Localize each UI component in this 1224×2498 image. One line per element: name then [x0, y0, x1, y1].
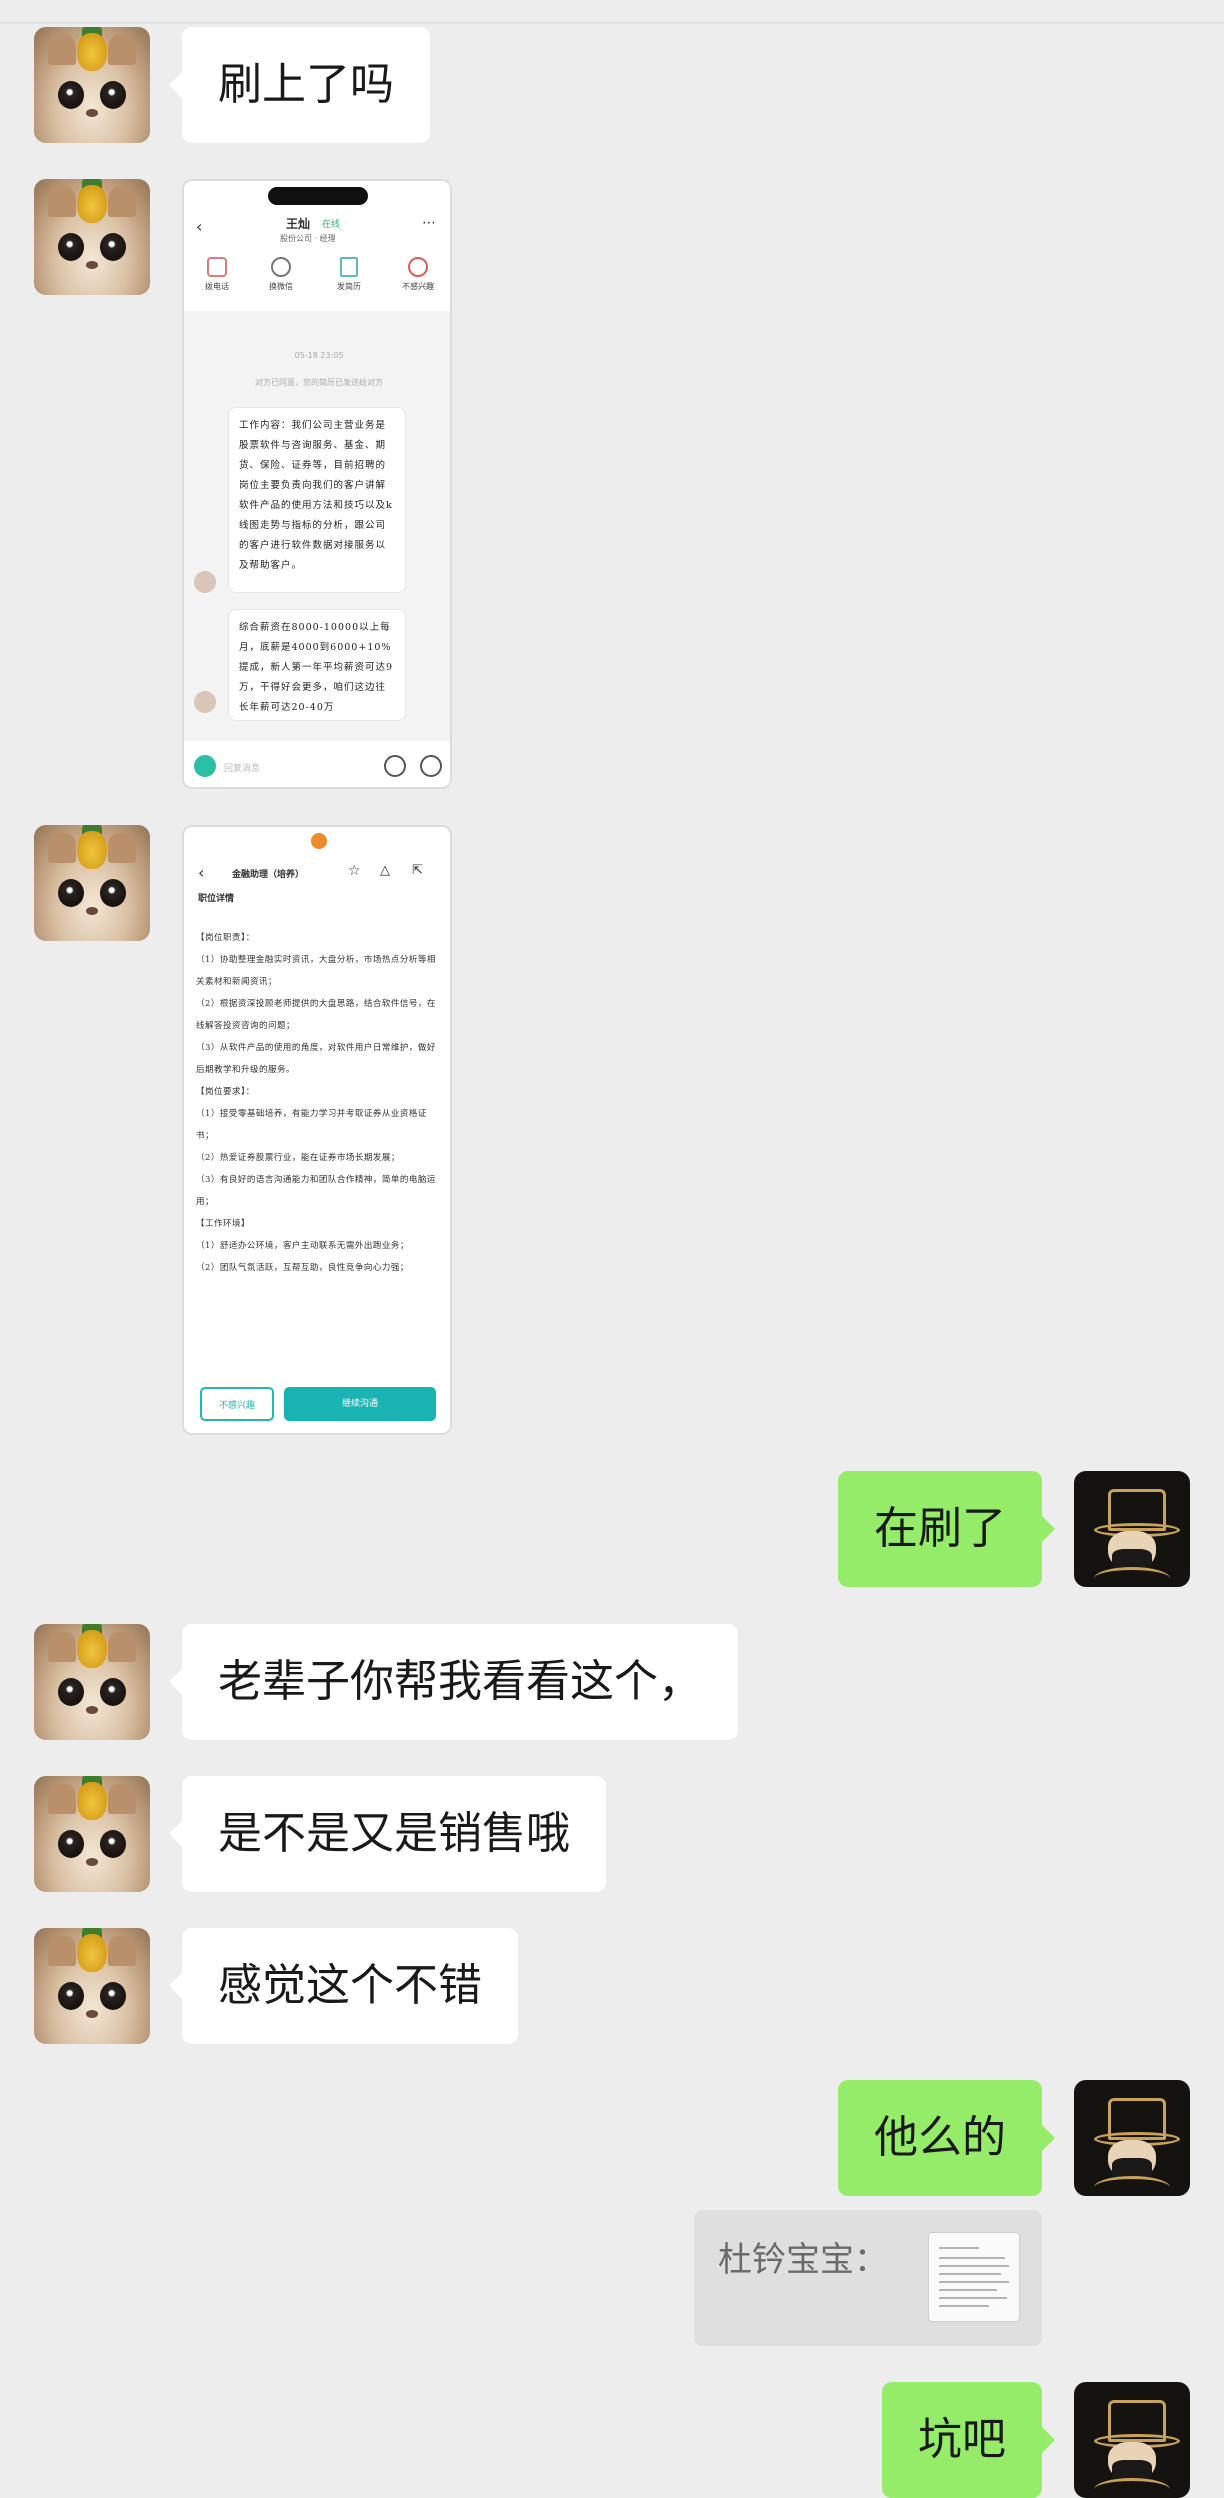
message-bubble[interactable]: 坑吧: [882, 2382, 1055, 2498]
image-message-chat-screenshot[interactable]: ‹ 王灿 在线 股份公司 · 经理 ⋯ 拨电话 换微信 发简历 不感兴趣 05-…: [182, 179, 452, 789]
section-title: 职位详情: [198, 894, 235, 904]
contact-avatar[interactable]: [34, 1928, 150, 2044]
close-icon: [408, 257, 428, 277]
image-message-job-screenshot[interactable]: ‹ 金融助理（培养） ☆ △ ⇱ 职位详情 【岗位职责】： （1）协助整理金融实…: [182, 825, 452, 1435]
message-bubble[interactable]: 在刷了: [838, 1471, 1055, 1587]
my-avatar[interactable]: [1074, 2080, 1190, 2196]
message-bubble[interactable]: 老辈子你帮我看看这个，: [169, 1624, 738, 1740]
chat-bubble-job-content: 工作内容：我们公司主营业务是股票软件与咨询服务、基金、期货、保险、证券等，目前招…: [228, 407, 406, 593]
quick-reply-icon[interactable]: [194, 755, 216, 777]
more-icon[interactable]: ⋯: [422, 215, 436, 231]
plus-icon[interactable]: [420, 755, 442, 777]
chat-bubble-salary: 综合薪资在8000-10000以上每月，底薪是4000到6000+10%提成，新…: [228, 609, 406, 721]
my-avatar[interactable]: [1074, 2382, 1190, 2498]
contact-avatar[interactable]: [34, 27, 150, 143]
message-input[interactable]: 回复消息: [224, 761, 260, 774]
contact-avatar[interactable]: [34, 179, 150, 295]
sender-avatar: [194, 691, 216, 713]
action-call[interactable]: 拨电话: [192, 257, 242, 292]
resume-icon: [340, 257, 358, 277]
message-bubble[interactable]: 他么的: [838, 2080, 1055, 2196]
my-avatar[interactable]: [1074, 1471, 1190, 1587]
phone-icon: [207, 257, 227, 277]
contact-avatar[interactable]: [34, 1776, 150, 1892]
dynamic-island: [268, 187, 368, 205]
continue-chat-button[interactable]: 继续沟通: [284, 1387, 436, 1421]
contact-avatar[interactable]: [34, 825, 150, 941]
not-interested-button[interactable]: 不感兴趣: [200, 1387, 274, 1421]
timestamp: 05-18 23:05: [294, 351, 344, 360]
message-bubble[interactable]: 感觉这个不错: [169, 1928, 518, 2044]
job-title: 金融助理（培养）: [232, 870, 305, 880]
warning-icon[interactable]: △: [380, 863, 390, 878]
action-not-interested[interactable]: 不感兴趣: [390, 257, 446, 292]
camera-dot: [311, 833, 327, 849]
share-icon[interactable]: ⇱: [412, 863, 423, 878]
emoji-icon[interactable]: [384, 755, 406, 777]
action-resume[interactable]: 发简历: [324, 257, 374, 292]
message-bubble[interactable]: 刷上了吗: [169, 27, 430, 143]
system-notice: 对方已同意，您的简历已发送给对方: [255, 378, 383, 387]
sender-avatar: [194, 571, 216, 593]
back-icon[interactable]: ‹: [196, 217, 202, 236]
job-detail-list: 【岗位职责】： （1）协助整理金融实时资讯，大盘分析，市场热点分析等相关素材和新…: [196, 933, 436, 1273]
contact-subtitle: 股份公司 · 经理: [280, 234, 336, 243]
quoted-message[interactable]: 杜钤宝宝：: [694, 2210, 1042, 2346]
online-badge: 在线: [322, 220, 341, 230]
contact-name: 王灿: [286, 217, 311, 231]
star-icon[interactable]: ☆: [348, 863, 361, 879]
top-divider: [0, 22, 1224, 24]
quoted-image-thumbnail: [928, 2232, 1020, 2322]
contact-avatar[interactable]: [34, 1624, 150, 1740]
message-bubble[interactable]: 是不是又是销售哦: [169, 1776, 606, 1892]
back-icon[interactable]: ‹: [198, 863, 204, 882]
chat-icon: [271, 257, 291, 277]
quoted-sender: 杜钤宝宝：: [718, 2240, 888, 2280]
action-wechat[interactable]: 换微信: [256, 257, 306, 292]
